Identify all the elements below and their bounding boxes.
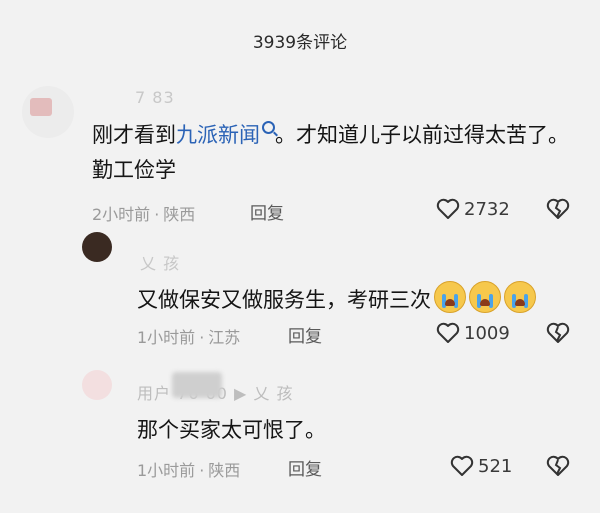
crying-face-emoji bbox=[469, 281, 501, 313]
timestamp: 1小时前 bbox=[137, 328, 196, 347]
broken-heart-icon bbox=[546, 198, 570, 219]
dislike-button[interactable] bbox=[546, 198, 570, 224]
timestamp: 1小时前 bbox=[137, 461, 196, 480]
avatar[interactable] bbox=[82, 370, 112, 400]
comment-text-part: 那个买家太可恨了。 bbox=[137, 418, 326, 442]
location: 陕西 bbox=[208, 461, 241, 480]
heart-outline-icon bbox=[436, 198, 460, 219]
reply-button[interactable]: 回复 bbox=[288, 455, 322, 480]
like-count: 521 bbox=[478, 456, 513, 477]
comment-text: 刚才看到九派新闻 。才知道儿子以前过得太苦了。勤工俭学 bbox=[92, 118, 572, 188]
like-count: 1009 bbox=[464, 323, 510, 344]
heart-outline-icon bbox=[450, 455, 474, 476]
location: 陕西 bbox=[163, 205, 196, 224]
dislike-button[interactable] bbox=[546, 322, 570, 348]
comment-count-title: 3939条评论 bbox=[252, 33, 348, 53]
avatar[interactable] bbox=[82, 232, 112, 262]
like-button[interactable]: 521 bbox=[450, 455, 512, 477]
comment-text-part: 刚才看到 bbox=[92, 123, 176, 147]
search-link-label: 九派新闻 bbox=[176, 123, 260, 147]
heart-outline-icon bbox=[436, 322, 460, 343]
dislike-button[interactable] bbox=[546, 455, 570, 481]
comment-text: 又做保安又做服务生，考研三次 bbox=[137, 281, 536, 318]
comment-meta: 1小时前 · 陕西 bbox=[137, 457, 240, 481]
like-button[interactable]: 1009 bbox=[436, 322, 510, 344]
comment-text-part: 又做保安又做服务生，考研三次 bbox=[137, 288, 431, 312]
username[interactable]: 7 83 bbox=[135, 88, 175, 107]
avatar[interactable] bbox=[22, 86, 74, 138]
location: 江苏 bbox=[208, 328, 241, 347]
reply-button[interactable]: 回复 bbox=[288, 322, 322, 347]
search-icon bbox=[262, 121, 275, 134]
reply-button[interactable]: 回复 bbox=[250, 199, 284, 224]
timestamp: 2小时前 bbox=[92, 205, 151, 224]
search-link[interactable]: 九派新闻 bbox=[176, 121, 275, 147]
crying-face-emoji bbox=[504, 281, 536, 313]
separator: · bbox=[199, 328, 205, 347]
username[interactable]: 乂 孩 bbox=[140, 250, 180, 274]
like-button[interactable]: 2732 bbox=[436, 198, 510, 220]
separator: · bbox=[154, 205, 160, 224]
separator: · bbox=[199, 461, 205, 480]
redaction-block bbox=[172, 372, 222, 398]
broken-heart-icon bbox=[546, 322, 570, 343]
crying-face-emoji bbox=[434, 281, 466, 313]
comment-meta: 2小时前 · 陕西 bbox=[92, 201, 195, 225]
like-count: 2732 bbox=[464, 199, 510, 220]
comment-meta: 1小时前 · 江苏 bbox=[137, 324, 240, 348]
broken-heart-icon bbox=[546, 455, 570, 476]
comment-text: 那个买家太可恨了。 bbox=[137, 413, 326, 448]
